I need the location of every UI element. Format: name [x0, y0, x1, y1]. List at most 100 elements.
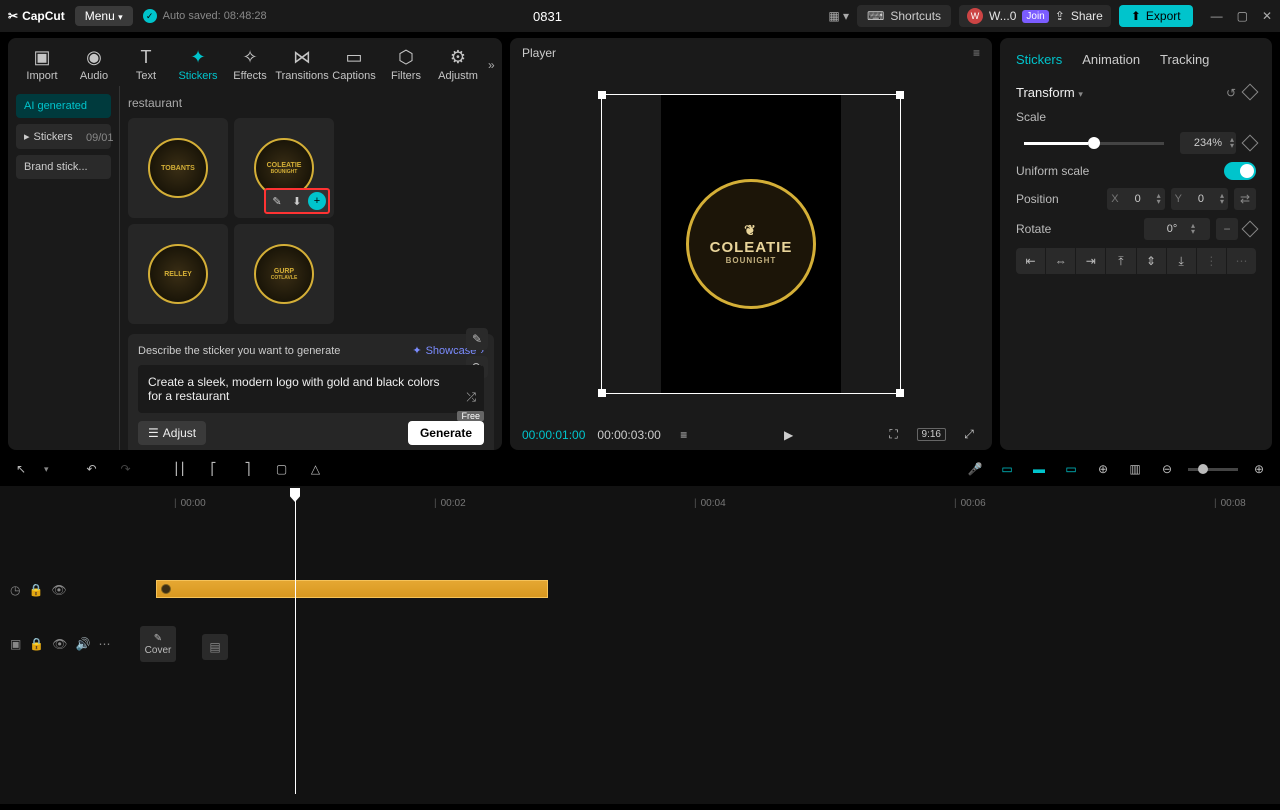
player-stage[interactable]: ❦ COLEATIE BOUNIGHT — [510, 68, 992, 419]
align-bottom-icon[interactable]: ⤓ — [1167, 248, 1197, 274]
resize-handle-tl[interactable] — [598, 91, 606, 99]
rotate-reset-icon[interactable]: − — [1216, 218, 1238, 240]
position-link-icon[interactable]: ⇄ — [1234, 188, 1256, 210]
selection-box[interactable]: ❦ COLEATIE BOUNIGHT — [601, 94, 901, 394]
position-x-input[interactable]: X0▴▾ — [1107, 188, 1164, 210]
tab-transitions[interactable]: ⋈Transitions — [276, 44, 328, 85]
rotate-keyframe-icon[interactable] — [1242, 221, 1259, 238]
timeline-zoom-slider[interactable] — [1188, 468, 1238, 471]
selection-dropdown-icon[interactable]: ▾ — [44, 464, 49, 475]
rotate-input[interactable]: 0°▴▾ — [1144, 218, 1210, 240]
zoom-out-icon[interactable]: ⊖ — [1156, 458, 1178, 480]
minimize-button[interactable]: — — [1211, 9, 1223, 23]
tab-audio[interactable]: ◉Audio — [68, 44, 120, 85]
tab-stickers[interactable]: ✦Stickers — [172, 44, 224, 85]
main-track-lane[interactable]: ▤ — [180, 634, 1270, 654]
uniform-scale-toggle[interactable] — [1224, 162, 1256, 180]
sticker-card[interactable]: GURPCOTLAVLE — [234, 224, 334, 324]
tab-stickers-props[interactable]: Stickers — [1016, 52, 1062, 67]
sidebar-item-ai-generated[interactable]: AI generated — [16, 94, 111, 118]
user-menu[interactable]: W W...0 Join ⇪ Share — [959, 5, 1111, 27]
shortcuts-button[interactable]: ⌨ Shortcuts — [857, 5, 951, 27]
filmstrip-icon[interactable]: ▤ — [202, 634, 228, 660]
close-button[interactable]: ✕ — [1262, 9, 1272, 23]
track-type-icon[interactable]: ▣ — [10, 637, 21, 651]
zoom-in-icon[interactable]: ⊕ — [1248, 458, 1270, 480]
align-top-icon[interactable]: ⤒ — [1106, 248, 1136, 274]
position-y-input[interactable]: Y0▴▾ — [1171, 188, 1228, 210]
sticker-thumbnail: GURPCOTLAVLE — [254, 244, 314, 304]
track-more-icon[interactable]: ⋯ — [98, 637, 110, 651]
edit-icon[interactable]: ✎ — [466, 328, 488, 350]
scale-to-fit-icon[interactable]: ⛶ — [883, 427, 905, 442]
tab-import[interactable]: ▣Import — [16, 44, 68, 85]
sticker-on-canvas[interactable]: ❦ COLEATIE BOUNIGHT — [686, 179, 816, 309]
menu-button[interactable]: Menu ▾ — [75, 6, 133, 26]
maximize-button[interactable]: ▢ — [1237, 9, 1248, 23]
trim-right-icon[interactable]: ⎤ — [237, 458, 259, 480]
prompt-input[interactable]: Create a sleek, modern logo with gold an… — [138, 365, 484, 413]
scale-input[interactable]: 234%▴▾ — [1180, 132, 1236, 154]
scale-slider[interactable] — [1024, 142, 1164, 145]
playhead[interactable] — [295, 490, 296, 794]
aspect-icon[interactable]: ▦ ▾ — [828, 9, 849, 23]
tab-adjustment[interactable]: ⚙Adjustm — [432, 44, 484, 85]
time-ruler[interactable]: 00:00 00:02 00:04 00:06 00:08 — [140, 490, 1270, 512]
sticker-card[interactable]: RELLEY — [128, 224, 228, 324]
mic-icon[interactable]: 🎤 — [964, 458, 986, 480]
fullscreen-icon[interactable]: ⤢ — [958, 427, 980, 442]
generate-button[interactable]: Generate — [408, 421, 484, 445]
player-menu-icon[interactable]: ≡ — [973, 46, 980, 60]
tab-tracking[interactable]: Tracking — [1160, 52, 1209, 67]
sticker-clip[interactable] — [156, 580, 548, 598]
align-right-icon[interactable]: ⇥ — [1076, 248, 1106, 274]
project-title[interactable]: 0831 — [277, 9, 819, 24]
sticker-card[interactable]: TOBANTS — [128, 118, 228, 218]
mirror-icon[interactable]: △ — [305, 458, 327, 480]
cover-button[interactable]: ✎ Cover — [140, 626, 176, 662]
track-clock-icon[interactable]: ◷ — [10, 583, 20, 597]
align-center-v-icon[interactable]: ⇕ — [1137, 248, 1167, 274]
tab-animation[interactable]: Animation — [1082, 52, 1140, 67]
compare-icon[interactable]: ≡ — [673, 428, 695, 442]
track-lock-icon[interactable]: 🔒 — [28, 583, 43, 597]
export-button[interactable]: ⬆ Export — [1119, 5, 1193, 27]
resize-handle-tr[interactable] — [896, 91, 904, 99]
selection-tool-icon[interactable]: ↖ — [10, 458, 32, 480]
play-button[interactable]: ▶ — [778, 428, 800, 442]
resize-handle-br[interactable] — [896, 389, 904, 397]
crop-icon[interactable]: ▢ — [271, 458, 293, 480]
sidebar-item-brand[interactable]: Brand stick... — [16, 155, 111, 179]
adjust-button[interactable]: ☰Adjust — [138, 421, 206, 445]
aspect-ratio-badge[interactable]: 9:16 — [917, 428, 946, 441]
magnet-linked-icon[interactable]: ▬ — [1028, 458, 1050, 480]
more-tabs-icon[interactable]: » — [484, 50, 499, 80]
track-visibility-icon[interactable]: 👁 — [51, 583, 66, 597]
download-icon[interactable]: ⬇ — [288, 192, 306, 210]
trim-left-icon[interactable]: ⎡ — [203, 458, 225, 480]
add-to-timeline-button[interactable]: + — [308, 192, 326, 210]
align-center-h-icon[interactable]: ⇔ — [1046, 248, 1076, 274]
snap-icon[interactable]: ⊕ — [1092, 458, 1114, 480]
track-options-icon[interactable]: ▥ — [1124, 458, 1146, 480]
track-lock-icon[interactable]: 🔒 — [29, 637, 44, 651]
shuffle-icon[interactable]: ⤮ — [466, 390, 476, 405]
reset-icon[interactable]: ↺ — [1226, 86, 1236, 100]
magnet-main-icon[interactable]: ▭ — [996, 458, 1018, 480]
magnet-preview-icon[interactable]: ▭ — [1060, 458, 1082, 480]
tab-effects[interactable]: ✧Effects — [224, 44, 276, 85]
sticker-card[interactable]: COLEATIEBOUNIGHT ✎ ⬇ + — [234, 118, 334, 218]
resize-handle-bl[interactable] — [598, 389, 606, 397]
align-left-icon[interactable]: ⇤ — [1016, 248, 1046, 274]
keyframe-icon[interactable] — [1242, 83, 1259, 100]
split-icon[interactable]: ⎮⎮ — [169, 458, 191, 480]
tab-captions[interactable]: ▭Captions — [328, 44, 380, 85]
track-mute-icon[interactable]: 🔊 — [76, 637, 91, 651]
tab-filters[interactable]: ⬡Filters — [380, 44, 432, 85]
rotate-label: Rotate — [1016, 222, 1051, 236]
tab-text[interactable]: TText — [120, 44, 172, 85]
scale-keyframe-icon[interactable] — [1242, 135, 1259, 152]
track-visibility-icon[interactable]: 👁 — [52, 637, 67, 651]
regenerate-icon[interactable]: ✎ — [268, 192, 286, 210]
undo-icon[interactable]: ↶ — [81, 458, 103, 480]
